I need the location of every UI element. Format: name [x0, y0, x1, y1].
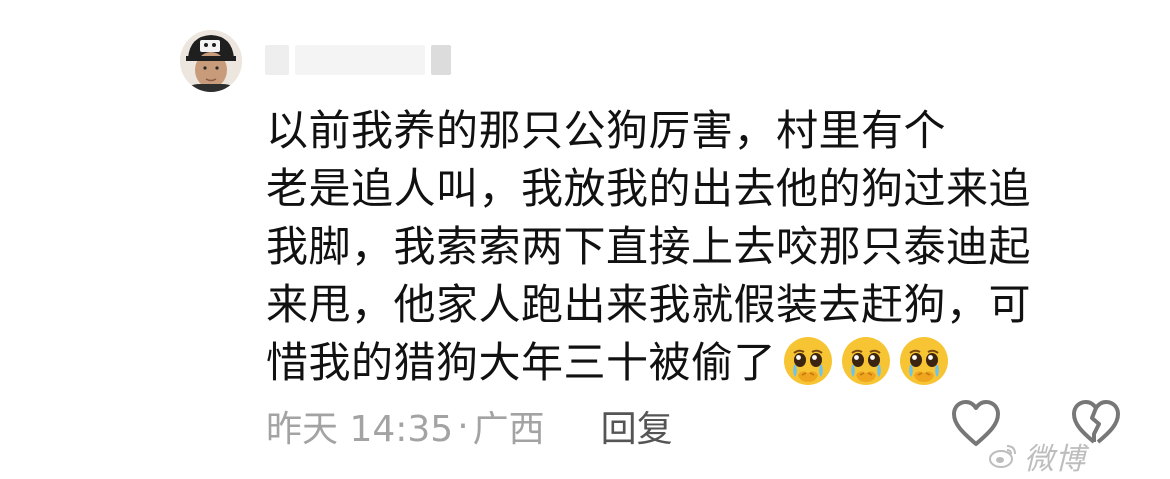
username-blur-block: [295, 45, 425, 75]
separator-dot: ·: [457, 405, 469, 447]
username-blur-block: [431, 45, 451, 75]
comment-line: 老是追人叫，我放我的出去他的狗过来追: [266, 164, 1032, 213]
username-blur-block: [265, 45, 289, 75]
avatar-image: [180, 30, 242, 92]
comment-line: 来甩，他家人跑出来我就假装去赶狗，可: [266, 280, 1032, 329]
comment-line-last: 惜我的猎狗大年三十被偷了: [266, 334, 1096, 392]
timestamp: 昨天 14:35: [266, 409, 454, 450]
reply-button[interactable]: 回复: [601, 400, 673, 452]
pleading-crying-face-icon: [900, 337, 949, 385]
avatar[interactable]: [180, 30, 242, 92]
comment-footer: 昨天 14:35 · 广西 回复: [266, 400, 673, 452]
watermark-text: 微博: [1024, 442, 1086, 477]
comment-line: 我脚，我索索两下直接上去咬那只泰迪起: [266, 222, 1032, 271]
comment-line: 惜我的猎狗大年三十被偷了: [266, 338, 777, 387]
username-blurred[interactable]: [265, 42, 451, 78]
pleading-crying-face-icon: [842, 337, 891, 385]
weibo-logo-icon: [989, 445, 1016, 468]
weibo-watermark: 微博: [988, 438, 1086, 477]
comment-line: 以前我养的那只公狗厉害，村里有个: [266, 106, 947, 155]
pleading-crying-face-icon: [784, 337, 833, 385]
location: 广西: [472, 409, 545, 450]
comment-text: 以前我养的那只公狗厉害，村里有个 老是追人叫，我放我的出去他的狗过来追 我脚，我…: [266, 102, 1096, 392]
